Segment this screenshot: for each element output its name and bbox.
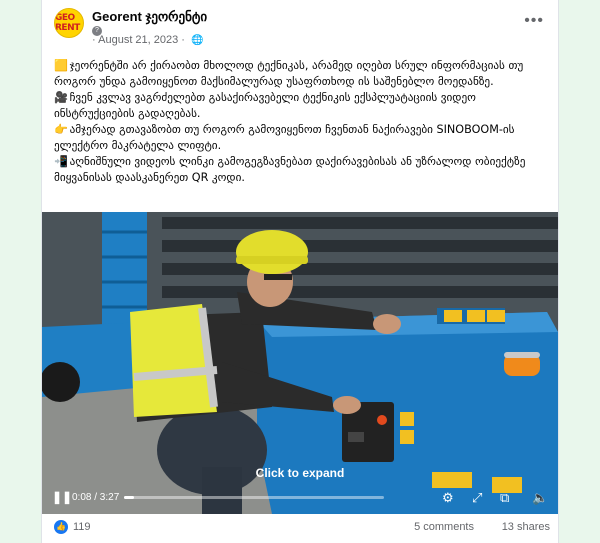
video-player[interactable]: Click to expand ❚❚ 0:08 / 3:27 ⚙ ⤢ ⧉ 🔈 — [42, 212, 558, 514]
video-progress-bar[interactable] — [124, 496, 384, 499]
logo-text: GEO RENT — [55, 13, 80, 33]
video-camera-icon: 🎥 — [54, 91, 68, 104]
globe-icon: 🌐 — [191, 35, 204, 46]
post-paragraph: 🎥 ჩვენ კვლავ ვაგრძელებთ გასაქირავებელი ტ… — [54, 91, 476, 120]
video-time: 0:08 / 3:27 — [72, 492, 120, 503]
yellow-square-icon: 🟨 — [54, 59, 68, 72]
fullscreen-icon[interactable]: ⤢ — [472, 490, 482, 506]
post-text: 🟨 ჯეორენტში არ ქირაობთ მხოლოდ ტექნიკას, … — [54, 58, 550, 186]
video-controls: ❚❚ 0:08 / 3:27 ⚙ ⤢ ⧉ 🔈 — [42, 480, 558, 514]
more-options-icon[interactable]: ••• — [524, 12, 544, 30]
post-date[interactable]: August 21, 2023 — [98, 34, 178, 46]
post-paragraph: 🟨 ჯეორენტში არ ქირაობთ მხოლოდ ტექნიკას, … — [54, 59, 524, 88]
post-header: GEO RENT Georent ჯეორენტი ? · August 21,… — [54, 8, 548, 56]
shares-count[interactable]: 13 shares — [502, 521, 550, 533]
mute-icon[interactable]: 🔈 — [532, 490, 548, 506]
facebook-post: GEO RENT Georent ჯეორენტი ? · August 21,… — [41, 0, 559, 543]
post-paragraph: 👉 ამჯერად გთავაზობთ თუ როგორ გამოვიყენოთ… — [54, 123, 515, 152]
settings-icon[interactable]: ⚙ — [442, 490, 454, 506]
like-reaction-icon[interactable]: 👍 — [54, 520, 68, 534]
comments-count[interactable]: 5 comments — [414, 521, 474, 533]
post-footer: 👍 119 5 comments 13 shares — [54, 520, 550, 540]
pointing-hand-icon: 👉 — [54, 123, 68, 136]
video-progress-fill — [124, 496, 135, 499]
phone-icon: 📲 — [54, 155, 68, 168]
like-count[interactable]: 119 — [73, 521, 91, 533]
pip-icon[interactable]: ⧉ — [500, 490, 509, 506]
post-meta: · August 21, 2023 · 🌐 — [92, 34, 204, 46]
page-avatar[interactable]: GEO RENT — [54, 8, 84, 38]
page-name-link[interactable]: Georent ჯეორენტი — [92, 9, 207, 25]
pause-icon[interactable]: ❚❚ — [52, 490, 72, 504]
post-paragraph: 📲 აღნიშნული ვიდეოს ლინკი გამოგეგზავნებათ… — [54, 155, 526, 184]
click-to-expand-label[interactable]: Click to expand — [42, 466, 558, 480]
